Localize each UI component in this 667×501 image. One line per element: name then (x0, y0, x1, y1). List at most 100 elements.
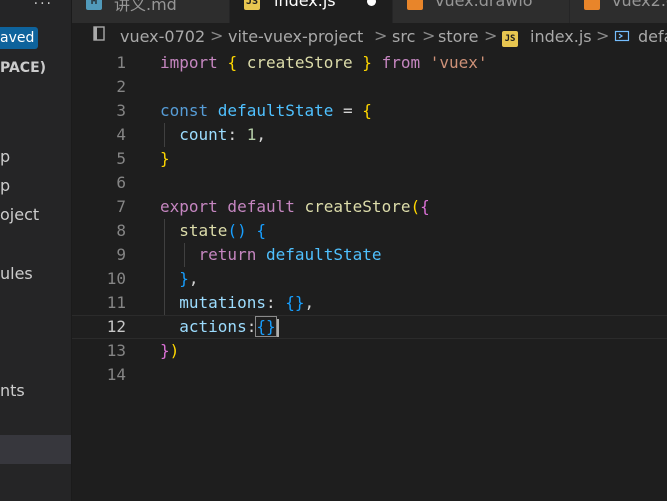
code-token: mutations (179, 293, 266, 312)
code-token: 1 (246, 125, 257, 144)
code-token: export default (160, 197, 305, 216)
code-line[interactable]: 11 mutations: {}, (72, 291, 667, 315)
explorer-item[interactable]: p (0, 176, 10, 195)
code-editor[interactable]: 1 import { createStore } from 'vuex' 2 3 con… (72, 51, 667, 501)
code-token: = (333, 101, 363, 120)
code-token: 'vuex' (429, 53, 488, 72)
workspace-section-header[interactable]: PACE) (0, 60, 46, 76)
breadcrumb-item-store[interactable]: store (438, 27, 478, 46)
line-number: 9 (116, 245, 126, 264)
code-token: } (352, 53, 372, 72)
code-line[interactable]: 4 count: 1, (72, 123, 667, 147)
line-number: 8 (116, 221, 126, 240)
code-line[interactable]: 12 actions:{} (72, 315, 667, 339)
code-token: } (179, 269, 189, 288)
line-number: 3 (116, 101, 126, 120)
code-token: { (227, 53, 247, 72)
code-token: {} (285, 293, 305, 312)
code-token: {} (255, 316, 277, 337)
explorer-item[interactable]: oject (0, 205, 39, 224)
explorer-item[interactable]: p (0, 147, 10, 166)
breadcrumb-item-default[interactable]: defa (638, 27, 667, 46)
code-token: : (265, 293, 286, 312)
breadcrumb-item-vuex-0702[interactable]: vuex-0702 (120, 27, 205, 46)
code-text: import { createStore } from 'vuex' (160, 51, 488, 75)
tab-notes-md[interactable]: M 讲义.md (72, 0, 230, 23)
code-text: }, (160, 267, 199, 291)
code-line[interactable]: 2 (72, 75, 667, 99)
line-number: 11 (106, 293, 126, 312)
explorer-item[interactable]: ules (0, 264, 33, 283)
code-token: , (188, 269, 199, 288)
code-token: createStore (246, 53, 353, 72)
code-line[interactable]: 1 import { createStore } from 'vuex' (72, 51, 667, 75)
code-text: const defaultState = { (160, 99, 372, 123)
explorer-sidebar: ··· aved PACE) p p oject ules nts (0, 0, 72, 501)
code-line[interactable]: 3 const defaultState = { (72, 99, 667, 123)
code-text: actions:{} (160, 316, 279, 338)
variable-symbol-icon (614, 28, 630, 48)
code-line[interactable]: 14 (72, 363, 667, 387)
explorer-selected-row[interactable] (0, 435, 71, 464)
more-actions-icon[interactable]: ··· (0, 0, 71, 18)
tab-vuex-drawio[interactable]: vuex.drawio (393, 0, 570, 23)
breadcrumb-item-vite-vuex-project[interactable]: vite-vuex-project (228, 27, 363, 46)
code-line[interactable]: 5} (72, 147, 667, 171)
folder-icon (92, 26, 106, 46)
explorer-item[interactable]: nts (0, 381, 25, 400)
editor-tab-bar: M 讲义.md JS index.js vuex.drawio vuex2.d (72, 0, 667, 23)
code-token: { (420, 197, 430, 216)
code-token: () (227, 221, 247, 240)
drawio-icon (584, 0, 600, 10)
code-text: state() { (160, 219, 266, 243)
line-number: 5 (116, 149, 126, 168)
code-token: defaultState (265, 245, 382, 264)
code-line[interactable]: 6 (72, 171, 667, 195)
line-number: 14 (106, 365, 126, 384)
code-text: } (160, 147, 170, 171)
unsaved-dot-icon[interactable] (367, 0, 376, 6)
code-text: return defaultState (160, 243, 382, 267)
line-number: 1 (116, 53, 126, 72)
code-text: mutations: {}, (160, 291, 314, 315)
code-token: count (179, 125, 228, 144)
tab-index-js[interactable]: JS index.js (230, 0, 393, 23)
code-token: import (160, 53, 228, 72)
markdown-icon: M (86, 0, 102, 10)
code-token: createStore (304, 197, 411, 216)
tab-vuex2-drawio[interactable]: vuex2.d (570, 0, 667, 23)
code-token: return (198, 245, 266, 264)
code-token: ) (169, 341, 180, 360)
code-token: { (362, 101, 372, 120)
code-line[interactable]: 13}) (72, 339, 667, 363)
code-token: state (179, 221, 228, 240)
code-token: const (160, 101, 218, 120)
code-text: count: 1, (160, 123, 266, 147)
code-line[interactable]: 7 export default createStore({ (72, 195, 667, 219)
line-number: 12 (106, 317, 126, 336)
line-number: 13 (106, 341, 126, 360)
breadcrumb-item-src[interactable]: src (392, 27, 415, 46)
code-token: , (304, 293, 315, 312)
js-icon: JS (502, 28, 518, 47)
line-number: 7 (116, 197, 126, 216)
breadcrumb-item-index-js[interactable]: index.js (530, 27, 592, 46)
breadcrumb: vuex-0702 > vite-vuex-project > src > st… (72, 23, 667, 51)
code-line[interactable]: 8 state() { (72, 219, 667, 243)
line-number: 2 (116, 77, 126, 96)
line-number: 6 (116, 173, 126, 192)
drawio-icon (407, 0, 423, 10)
code-token: : (227, 125, 247, 144)
text-cursor (276, 318, 279, 337)
line-number: 10 (106, 269, 126, 288)
code-token: actions (179, 317, 247, 336)
code-token: defaultState (217, 101, 334, 120)
code-line[interactable]: 9 return defaultState (72, 243, 667, 267)
code-line[interactable]: 10 }, (72, 267, 667, 291)
